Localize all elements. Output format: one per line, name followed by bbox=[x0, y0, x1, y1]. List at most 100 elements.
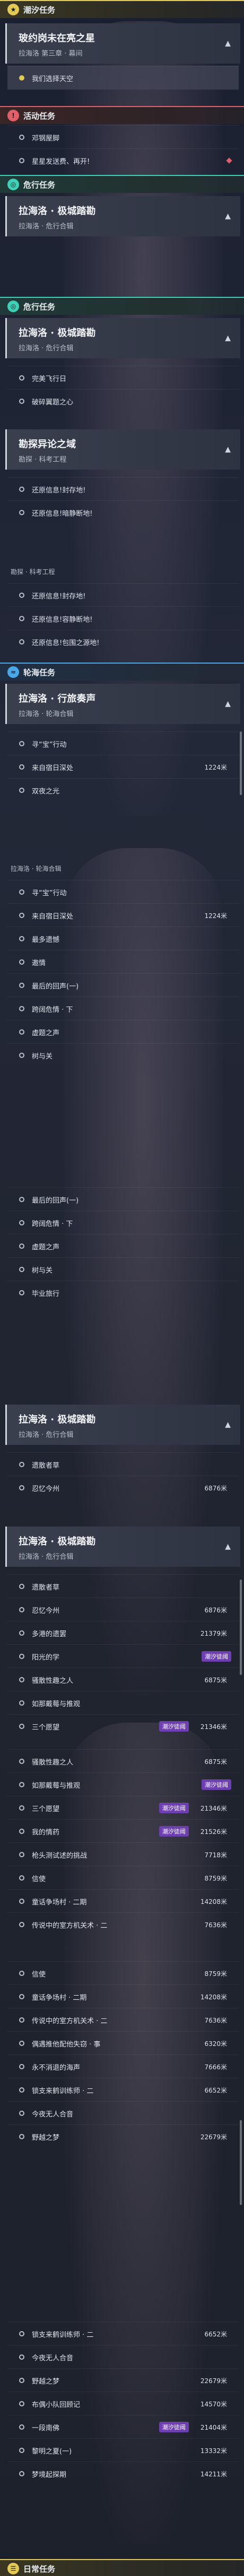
radio-icon bbox=[19, 1029, 24, 1035]
list-item[interactable]: 忍忆今州 6876米 bbox=[7, 1598, 239, 1621]
list-item[interactable]: 星星发送费、再开! bbox=[7, 148, 239, 172]
list-item[interactable]: 阳光的学 潮汐徒阈 bbox=[7, 1644, 239, 1668]
chevron-up-icon: ▲ bbox=[225, 334, 231, 342]
quest-card[interactable]: 拉海洛 · 极城踏勘 拉海洛 · 危行合辑 ▲ bbox=[5, 196, 240, 236]
list-item[interactable]: 最后的回声(一) bbox=[7, 973, 239, 997]
list-item[interactable]: 枪头测试述的挑战 7718米 bbox=[7, 1842, 239, 1866]
list-item[interactable]: 信使 8759米 bbox=[7, 1961, 239, 1985]
quest-step-selected[interactable]: 我们选择天空 bbox=[7, 66, 239, 90]
list-item[interactable]: 一段南佛 潮汐徒阈 21404米 bbox=[7, 2415, 239, 2439]
list-item[interactable]: 寻“宝”行动 bbox=[7, 731, 239, 755]
list-item[interactable]: 跨阔危情 · 下 bbox=[7, 996, 239, 1020]
list-item[interactable]: 虚题之声 bbox=[7, 1234, 239, 1258]
quest-card[interactable]: 勘探异论之域 勘探 · 科考工程 ▲ bbox=[5, 429, 240, 470]
list-item[interactable]: 毕业旅行 bbox=[7, 1281, 239, 1304]
list-item[interactable]: 多港的遗罢 21379米 bbox=[7, 1621, 239, 1645]
chevron-up-icon: ▲ bbox=[225, 1421, 231, 1429]
scrollbar[interactable] bbox=[240, 731, 242, 795]
list-item[interactable]: 黎明之夏(一) 13332米 bbox=[7, 2438, 239, 2462]
list-item[interactable]: 永不消退的海声 7666米 bbox=[7, 2054, 239, 2078]
list-item[interactable]: 还原信息!封存地! bbox=[7, 477, 239, 501]
radio-icon bbox=[19, 375, 24, 381]
list-item[interactable]: 如那戴莓与推观 潮汐徒阈 bbox=[7, 1772, 239, 1796]
list-item[interactable]: 还原信息!封存地! bbox=[7, 583, 239, 607]
list-item[interactable]: 三个愿望 潮汐徒阈 21346米 bbox=[7, 1796, 239, 1820]
radio-icon bbox=[19, 1899, 24, 1904]
section-header-side[interactable]: ◎ 危行任务 bbox=[0, 297, 244, 315]
quest-card[interactable]: 拉海洛 · 极城踏勘 拉海洛 · 危行合辑 ▲ bbox=[5, 318, 240, 358]
list-item[interactable]: 如那戴莓与推观 bbox=[7, 1691, 239, 1715]
radio-icon bbox=[19, 959, 24, 965]
list-item[interactable]: 虚题之声 bbox=[7, 1020, 239, 1044]
list-item[interactable]: 童话争场村 · 二期 14208米 bbox=[7, 1984, 239, 2008]
list-item[interactable]: 传说中的室方机关术 · 二 7636米 bbox=[7, 2008, 239, 2032]
radio-icon bbox=[19, 1197, 24, 1202]
section-header-event[interactable]: ! 活动任务 bbox=[0, 106, 244, 124]
list-item[interactable]: 树与关 bbox=[7, 1257, 239, 1281]
list-item[interactable]: 今夜无人合音 bbox=[7, 2101, 239, 2125]
list-item[interactable]: 寻“宝”行动 bbox=[7, 880, 239, 904]
list-item[interactable]: 遗散者草 bbox=[7, 1574, 239, 1598]
list-item[interactable]: 三个愿望 潮汐徒阈 21346米 bbox=[7, 1714, 239, 1738]
list-item[interactable]: 来自宿日深处 1224米 bbox=[7, 903, 239, 927]
list-item[interactable]: 还原信息!暗静断地! bbox=[7, 500, 239, 524]
radio-icon bbox=[19, 1630, 24, 1636]
radio-icon bbox=[19, 2378, 24, 2383]
section-header-daily[interactable]: ☰ 日常任务 bbox=[0, 2559, 244, 2576]
list-item[interactable]: 完美飞行日 bbox=[7, 366, 239, 390]
list-item[interactable]: 梦境起探期 14211米 bbox=[7, 2462, 239, 2485]
list-item[interactable]: 破碎翼题之心 bbox=[7, 389, 239, 413]
quest-card[interactable]: 拉海洛 · 行旅奏声 拉海洛 · 轮海合辑 ▲ bbox=[5, 684, 240, 724]
radio-icon bbox=[19, 2134, 24, 2139]
quest-card[interactable]: 玻约岗未在亮之星 拉海洛 第三章 · 幕间 ▲ bbox=[5, 23, 240, 64]
list-item[interactable]: 遗散者草 bbox=[7, 1452, 239, 1476]
quest-card[interactable]: 拉海洛 · 极城踏勘 拉海洛 · 危行合辑 ▲ bbox=[5, 1527, 240, 1567]
list-item[interactable]: 来自宿日深处 1224米 bbox=[7, 755, 239, 779]
radio-icon bbox=[19, 1584, 24, 1589]
list-item[interactable]: 跨阔危情 · 下 bbox=[7, 1211, 239, 1234]
flag-icon: ! bbox=[7, 110, 19, 121]
list-item[interactable]: 传说中的室方机关术 · 二 7636米 bbox=[7, 1912, 239, 1936]
list-item[interactable]: 今夜无人合音 bbox=[7, 2345, 239, 2369]
list-item[interactable]: 我的情药 潮汐徒阈 21526米 bbox=[7, 1819, 239, 1843]
radio-icon bbox=[19, 1267, 24, 1272]
quest-card[interactable]: 拉海洛 · 极城踏勘 拉海洛 · 危行合辑 ▲ bbox=[5, 1405, 240, 1445]
alert-icon bbox=[226, 157, 232, 164]
list-item[interactable]: 最后的回声(一) bbox=[7, 1187, 239, 1211]
list-item[interactable]: 野越之梦 22679米 bbox=[7, 2124, 239, 2148]
list-item[interactable]: 骚散性趣之人 6875米 bbox=[7, 1668, 239, 1691]
radio-icon bbox=[19, 983, 24, 988]
list-item[interactable]: 邀情 bbox=[7, 950, 239, 974]
radio-icon bbox=[19, 1971, 24, 1976]
scrollbar[interactable] bbox=[240, 1580, 242, 1675]
radio-icon bbox=[19, 135, 24, 140]
quest-subtitle: 拉海洛 第三章 · 幕间 bbox=[19, 50, 83, 58]
scrollbar[interactable] bbox=[240, 2120, 242, 2205]
section-header-side[interactable]: ◎ 危行任务 bbox=[0, 175, 244, 193]
list-item[interactable]: 树与关 bbox=[7, 1043, 239, 1067]
list-item[interactable]: 锁支来鹤训练师 · 二 6652米 bbox=[7, 2322, 239, 2345]
list-item[interactable]: 还原信息!包围之源地! bbox=[7, 630, 239, 654]
radio-icon bbox=[19, 741, 24, 746]
list-item[interactable]: 布偶小队回顾记 14570米 bbox=[7, 2392, 239, 2415]
section-header-world[interactable]: ≈ 轮海任务 bbox=[0, 663, 244, 681]
list-item[interactable]: 邓钢屋脚 bbox=[7, 125, 239, 149]
list-item[interactable]: 双夜之光 bbox=[7, 778, 239, 802]
list-item[interactable]: 童话争场村 · 二期 14208米 bbox=[7, 1889, 239, 1913]
radio-icon bbox=[19, 1006, 24, 1011]
list-item[interactable]: 骚散性趣之人 6875米 bbox=[7, 1749, 239, 1773]
list-item[interactable]: 偶遇推他配他失窃 · 事 6320米 bbox=[7, 2031, 239, 2055]
list-item[interactable]: 忍忆今州 6876米 bbox=[7, 1476, 239, 1499]
list-item[interactable]: 最多遗憾 bbox=[7, 927, 239, 950]
radio-icon bbox=[19, 2471, 24, 2476]
list-item[interactable]: 还原信息!容静断地! bbox=[7, 606, 239, 630]
section-header-tide[interactable]: ★ 潮汐任务 bbox=[0, 0, 244, 18]
radio-icon bbox=[19, 1243, 24, 1249]
list-item[interactable]: 锁支来鹤训练师 · 二 6652米 bbox=[7, 2078, 239, 2102]
list-item[interactable]: 野越之梦 22679米 bbox=[7, 2368, 239, 2392]
radio-icon bbox=[19, 2017, 24, 2023]
compass-icon: ◎ bbox=[7, 179, 19, 190]
list-item[interactable]: 信使 8759米 bbox=[7, 1866, 239, 1890]
group-subtitle: 勘探 · 科考工程 bbox=[11, 568, 55, 576]
radio-icon bbox=[19, 1829, 24, 1834]
